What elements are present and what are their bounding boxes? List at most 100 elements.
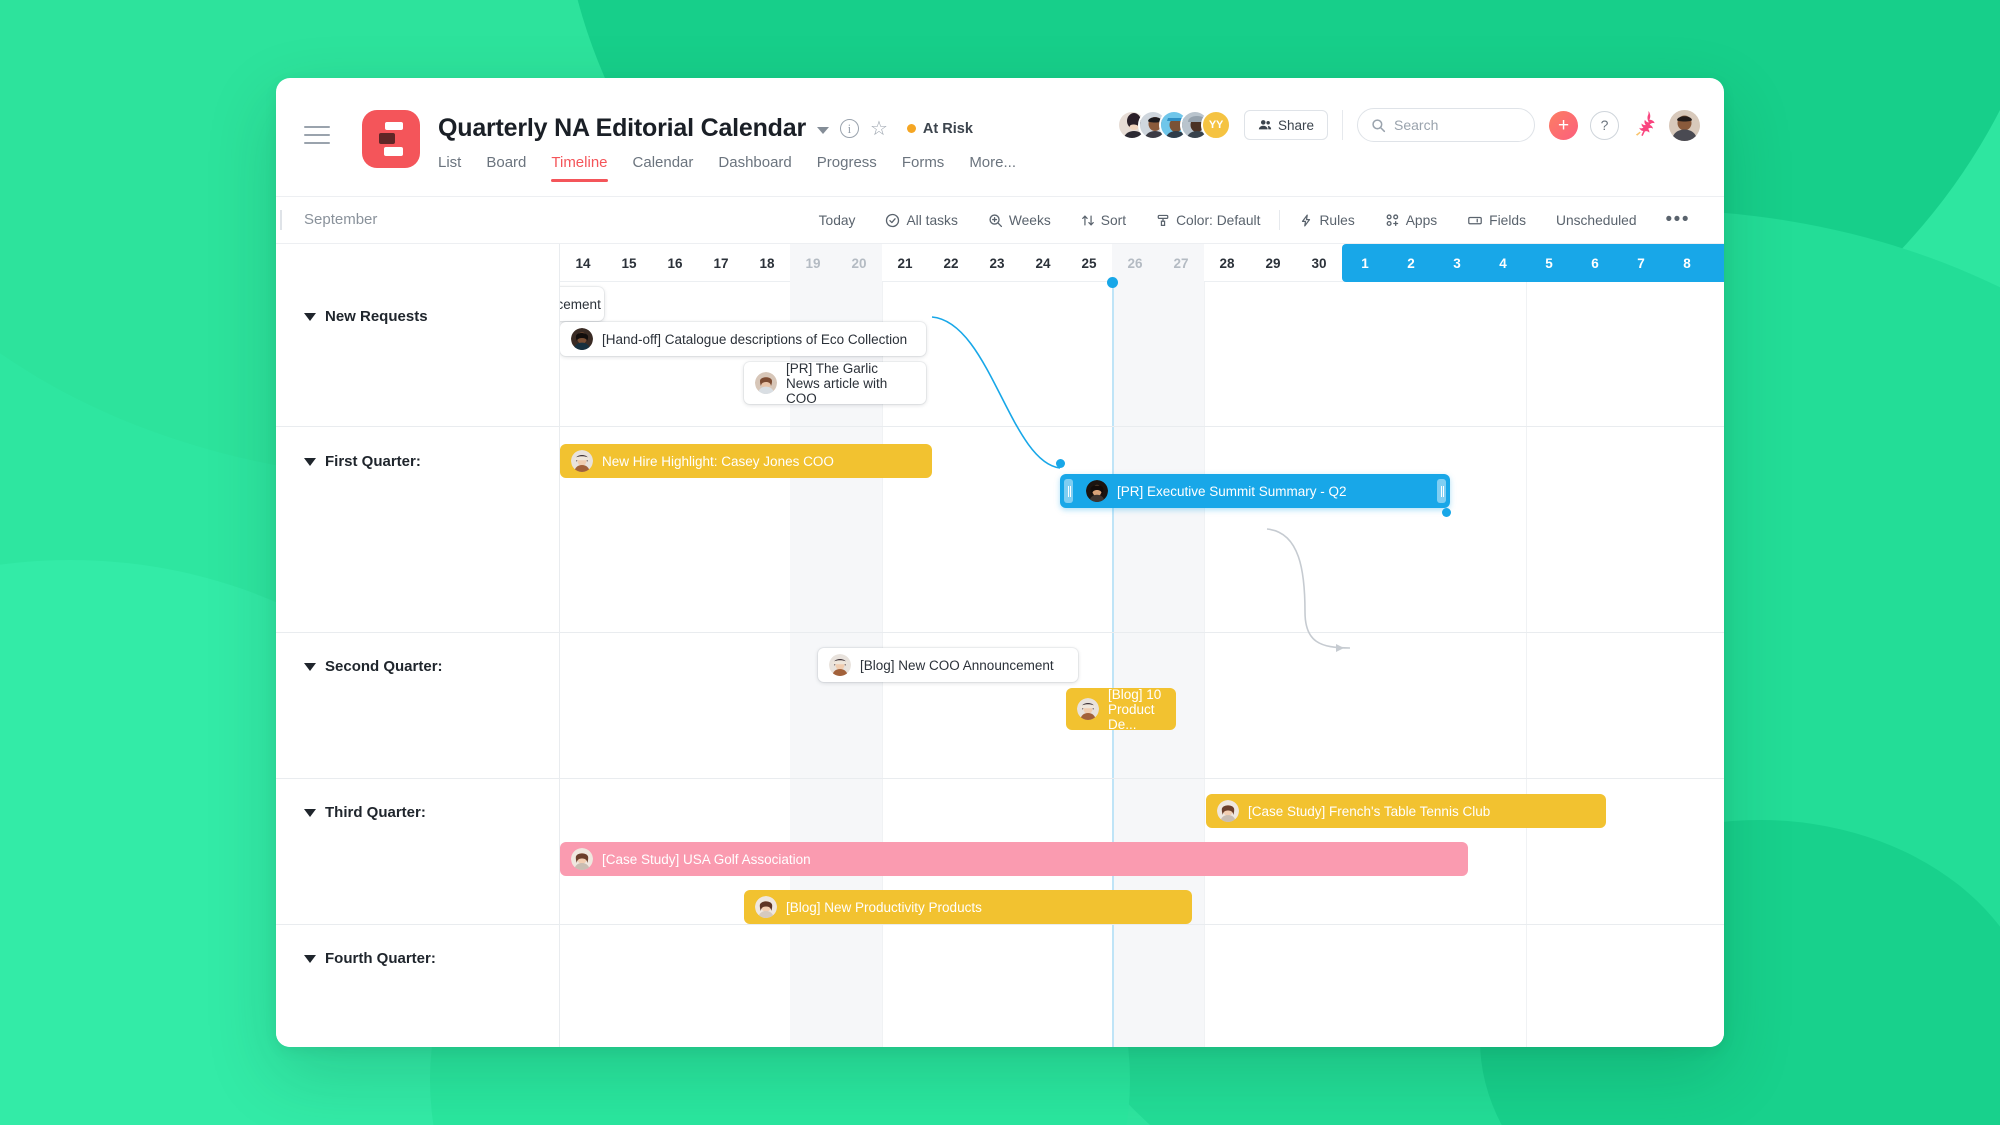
date-cell[interactable]: 1 (1342, 244, 1388, 282)
group-header[interactable]: Fourth Quarter: (276, 950, 559, 967)
task-title: [Hand-off] Catalogue descriptions of Eco… (602, 331, 908, 347)
resize-handle-right[interactable] (1437, 479, 1446, 503)
fields-button[interactable]: Fields (1452, 213, 1541, 228)
star-icon[interactable]: ☆ (870, 119, 888, 139)
date-cell[interactable]: 29 (1250, 244, 1296, 282)
user-avatar-icon[interactable] (1669, 109, 1700, 141)
group-header[interactable]: Second Quarter: (276, 658, 559, 675)
date-cell[interactable]: 18 (744, 244, 790, 282)
chevron-down-icon[interactable] (304, 808, 316, 817)
zoom-weeks-button[interactable]: Weeks (973, 213, 1066, 228)
tab-board[interactable]: Board (486, 154, 526, 182)
all-tasks-filter[interactable]: All tasks (870, 213, 972, 228)
search-input[interactable] (1357, 108, 1535, 142)
date-cell[interactable]: 3 (1434, 244, 1480, 282)
phoenix-bird-icon[interactable] (1632, 110, 1656, 141)
tab-more[interactable]: More... (969, 154, 1016, 182)
task-title: [Blog] New COO Announcement (860, 657, 1054, 673)
group-header[interactable]: New Requests (276, 308, 559, 325)
search-field[interactable] (1394, 117, 1504, 133)
date-cell[interactable]: 8 (1664, 244, 1710, 282)
task-bar-clipped[interactable]: Announcement (560, 287, 604, 321)
chevron-down-icon[interactable] (304, 312, 316, 321)
more-options-button[interactable]: ••• (1652, 209, 1700, 231)
group-row-first-quarter: First Quarter: (276, 427, 559, 633)
date-cell[interactable]: 16 (652, 244, 698, 282)
date-header-row: 13 14 15 16 17 18 19 20 21 22 23 24 25 2… (560, 244, 1724, 282)
task-bar[interactable]: [Blog] New COO Announcement (818, 648, 1078, 682)
date-cell[interactable]: 24 (1020, 244, 1066, 282)
timeline-grid[interactable]: 13 14 15 16 17 18 19 20 21 22 23 24 25 2… (560, 244, 1724, 1047)
rules-button[interactable]: Rules (1284, 213, 1369, 228)
status-badge[interactable]: At Risk (906, 121, 973, 137)
date-cell[interactable]: 14 (560, 244, 606, 282)
task-bar[interactable]: [Hand-off] Catalogue descriptions of Eco… (560, 322, 926, 356)
timeline-body[interactable]: Announcement [Hand-off] Catalogue descri… (560, 282, 1724, 1047)
task-bar[interactable]: [Case Study] French's Table Tennis Club (1206, 794, 1606, 828)
tab-calendar[interactable]: Calendar (633, 154, 694, 182)
avatar (1217, 800, 1239, 822)
add-button[interactable]: + (1549, 110, 1578, 140)
group-header[interactable]: Third Quarter: (276, 804, 559, 821)
info-icon[interactable]: i (839, 119, 859, 138)
task-bar[interactable]: [PR] The Garlic News article with COO (744, 362, 926, 404)
chevron-down-icon[interactable] (304, 457, 316, 466)
page-title: Quarterly NA Editorial Calendar (438, 114, 806, 142)
date-cell[interactable]: 22 (928, 244, 974, 282)
chevron-down-icon[interactable] (816, 127, 829, 134)
task-bar[interactable]: [Case Study] USA Golf Association (560, 842, 1468, 876)
date-cell[interactable]: 30 (1296, 244, 1342, 282)
dependency-dot[interactable] (1056, 459, 1065, 468)
task-bar[interactable]: [Blog] 10 Product De... (1066, 688, 1176, 730)
date-cell[interactable]: 20 (836, 244, 882, 282)
date-cell[interactable]: 6 (1572, 244, 1618, 282)
tab-timeline[interactable]: Timeline (551, 154, 608, 182)
resize-handle-left[interactable] (1064, 479, 1073, 503)
all-tasks-label: All tasks (906, 212, 958, 228)
date-cell[interactable]: 4 (1480, 244, 1526, 282)
tab-progress[interactable]: Progress (817, 154, 877, 182)
date-cell[interactable]: 5 (1526, 244, 1572, 282)
date-cell[interactable]: 2 (1388, 244, 1434, 282)
date-cell[interactable]: 15 (606, 244, 652, 282)
task-title: [PR] Executive Summit Summary - Q2 (1117, 483, 1347, 499)
tab-forms[interactable]: Forms (902, 154, 945, 182)
date-cell[interactable]: 19 (790, 244, 836, 282)
date-cell[interactable]: 26 (1112, 244, 1158, 282)
avatar-overflow[interactable]: YY (1200, 110, 1231, 140)
task-title: Announcement (560, 296, 601, 312)
help-button[interactable]: ? (1590, 110, 1619, 140)
date-cell[interactable]: 9 (1710, 244, 1724, 282)
date-cell[interactable]: 7 (1618, 244, 1664, 282)
task-bar[interactable]: New Hire Highlight: Casey Jones COO (560, 444, 932, 478)
group-header[interactable]: First Quarter: (276, 453, 559, 470)
dependency-dot[interactable] (1442, 508, 1451, 517)
date-cell[interactable]: 21 (882, 244, 928, 282)
tab-dashboard[interactable]: Dashboard (718, 154, 791, 182)
today-button[interactable]: Today (804, 213, 871, 228)
chevron-down-icon[interactable] (304, 954, 316, 963)
unscheduled-button[interactable]: Unscheduled (1541, 213, 1652, 228)
apps-button[interactable]: Apps (1370, 213, 1452, 228)
avatar (571, 450, 593, 472)
member-avatars[interactable]: YY (1116, 110, 1231, 140)
date-cell[interactable]: 17 (698, 244, 744, 282)
date-cell[interactable]: 28 (1204, 244, 1250, 282)
color-button[interactable]: Color: Default (1141, 213, 1275, 228)
task-title: [Blog] 10 Product De... (1108, 688, 1162, 730)
today-marker-dot (1107, 277, 1118, 288)
sort-button[interactable]: Sort (1066, 213, 1141, 228)
divider (1342, 110, 1343, 140)
date-cell[interactable]: 27 (1158, 244, 1204, 282)
asana-logo-icon[interactable] (362, 110, 420, 168)
bolt-icon (1299, 213, 1313, 228)
tab-list[interactable]: List (438, 154, 461, 182)
color-label: Color: Default (1176, 212, 1261, 228)
share-button[interactable]: Share (1243, 110, 1328, 140)
task-bar-selected[interactable]: [PR] Executive Summit Summary - Q2 (1060, 474, 1450, 508)
date-cell[interactable]: 25 (1066, 244, 1112, 282)
date-cell[interactable]: 23 (974, 244, 1020, 282)
task-bar[interactable]: [Blog] New Productivity Products (744, 890, 1192, 924)
chevron-down-icon[interactable] (304, 662, 316, 671)
hamburger-icon[interactable] (304, 126, 330, 144)
